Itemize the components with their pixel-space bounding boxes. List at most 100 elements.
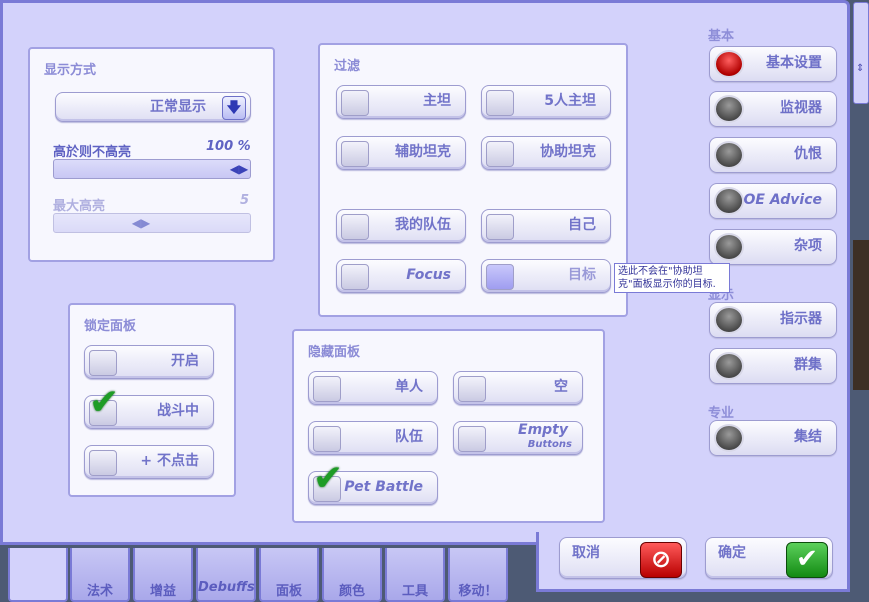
checkbox-label: Pet Battle — [344, 479, 423, 495]
tab-buffs[interactable]: 增益 — [133, 548, 193, 602]
lock-no-click[interactable]: + 不点击 — [84, 445, 214, 479]
max-highlight-value: 5 — [240, 193, 250, 208]
sidebar-item-label: 基本设置 — [766, 55, 822, 71]
checkbox[interactable] — [486, 214, 514, 240]
sidebar-item-aoe-advice[interactable]: AOE Advice — [709, 183, 837, 219]
filter-main-tank[interactable]: 主坦 — [336, 85, 466, 119]
tab-panels[interactable]: 面板 — [259, 548, 319, 602]
lock-panel-title: 锁定面板 — [84, 319, 137, 334]
side-scrollbar[interactable]: ⇕ — [853, 2, 869, 104]
sidebar-item-label: 集结 — [794, 429, 822, 445]
checkbox[interactable] — [313, 376, 341, 402]
tab-label: 颜色 — [338, 584, 365, 599]
cancel-label: 取消 — [572, 545, 600, 561]
checkbox-label: 队伍 — [395, 429, 423, 445]
radio-icon — [716, 52, 742, 76]
checkbox-label: 5人主坦 — [544, 93, 596, 109]
checkbox[interactable] — [313, 426, 341, 452]
checkbox[interactable] — [458, 376, 486, 402]
lock-in-combat[interactable]: ✔ 战斗中 — [84, 385, 214, 429]
tab-label: 面板 — [275, 584, 302, 599]
hide-empty-buttons[interactable]: Empty Buttons — [453, 421, 583, 455]
tab-spells[interactable]: 法术 — [70, 548, 130, 602]
radio-icon — [716, 308, 742, 332]
checkbox-label: 开启 — [171, 353, 199, 369]
tooltip: 选此不会在"协助坦克"面板显示你的目标. — [614, 263, 730, 293]
sidebar-item-monitor[interactable]: 监视器 — [709, 91, 837, 127]
threshold-slider[interactable]: ◀▶ — [53, 159, 251, 179]
display-panel: 显示方式 正常显示 🡇 高於则不高亮 100 % ◀▶ 最大高亮 5 ◀▶ — [28, 47, 275, 262]
tab-move[interactable]: 移动！ — [448, 548, 508, 602]
filter-panel: 过滤 主坦 5人主坦 辅助坦克 协助坦克 我的队伍 自己 Focus 目标 — [318, 43, 628, 317]
category-basic: 基本 — [708, 29, 735, 44]
threshold-value: 100 % — [206, 139, 251, 154]
display-mode-dropdown[interactable]: 正常显示 🡇 — [55, 92, 251, 122]
checkbox[interactable] — [486, 141, 514, 167]
radio-icon — [716, 426, 742, 450]
sidebar-item-label: 杂项 — [794, 238, 822, 254]
filter-my-group[interactable]: 我的队伍 — [336, 209, 466, 243]
hide-party[interactable]: 队伍 — [308, 421, 438, 455]
cancel-button[interactable]: 取消 ⊘ — [559, 537, 687, 579]
checkbox[interactable] — [341, 141, 369, 167]
sidebar-item-basic-settings[interactable]: 基本设置 — [709, 46, 837, 82]
checkbox-label: Focus — [406, 267, 451, 283]
sidebar-item-misc[interactable]: 杂项 — [709, 229, 837, 265]
radio-icon — [716, 189, 742, 213]
checkbox-sublabel: Buttons — [527, 439, 572, 450]
hide-panel-title: 隐藏面板 — [308, 345, 361, 360]
checkbox-label: 目标 — [568, 267, 596, 283]
lock-panel: 锁定面板 开启 ✔ 战斗中 + 不点击 — [68, 303, 236, 497]
tab-debuffs[interactable]: Debuffs — [196, 548, 256, 602]
checkbox[interactable] — [486, 90, 514, 116]
radio-icon — [716, 354, 742, 378]
checkbox-label: 辅助坦克 — [395, 144, 451, 160]
checkbox-label: 自己 — [568, 217, 596, 233]
chevron-down-icon[interactable]: 🡇 — [222, 96, 246, 120]
checkbox-label: 单人 — [395, 379, 423, 395]
checkbox[interactable] — [341, 264, 369, 290]
slider-thumb-icon[interactable]: ◀▶ — [228, 161, 250, 177]
checkbox-label: 空 — [554, 379, 568, 395]
slider-thumb-icon[interactable]: ◀▶ — [130, 215, 152, 231]
tab-bar: 法术 增益 Debuffs 面板 颜色 工具 移动！ — [0, 548, 540, 602]
filter-assist-tank[interactable]: 辅助坦克 — [336, 136, 466, 170]
tab-tools[interactable]: 工具 — [385, 548, 445, 602]
sidebar-item-indicators[interactable]: 指示器 — [709, 302, 837, 338]
sidebar-item-rally[interactable]: 集结 — [709, 420, 837, 456]
sidebar-item-label: 指示器 — [780, 311, 822, 327]
tab-label: 增益 — [149, 584, 176, 599]
ok-button[interactable]: 确定 ✔ — [705, 537, 833, 579]
sidebar-item-label: AOE Advice — [733, 192, 822, 208]
lock-enable[interactable]: 开启 — [84, 345, 214, 379]
hide-solo[interactable]: 单人 — [308, 371, 438, 405]
tab-label: 法术 — [86, 584, 113, 599]
sidebar-item-label: 监视器 — [780, 100, 822, 116]
filter-focus[interactable]: Focus — [336, 259, 466, 293]
sidebar-item-clusters[interactable]: 群集 — [709, 348, 837, 384]
checkbox[interactable] — [341, 90, 369, 116]
checkmark-icon: ✔ — [786, 542, 828, 578]
hide-pet-battle[interactable]: ✔ Pet Battle — [308, 461, 438, 505]
tab-general[interactable] — [8, 548, 68, 602]
filter-assist-tank-2[interactable]: 协助坦克 — [481, 136, 611, 170]
max-highlight-slider[interactable]: ◀▶ — [53, 213, 251, 233]
checkbox-label: 我的队伍 — [395, 217, 451, 233]
category-pro: 专业 — [708, 406, 735, 421]
checkbox[interactable] — [89, 450, 117, 476]
ok-label: 确定 — [718, 545, 746, 561]
tab-label: 工具 — [401, 584, 428, 599]
checkbox[interactable] — [341, 214, 369, 240]
checkbox[interactable] — [89, 350, 117, 376]
checkbox[interactable] — [486, 264, 514, 290]
filter-5man-tank[interactable]: 5人主坦 — [481, 85, 611, 119]
background-scene — [853, 240, 869, 390]
filter-target[interactable]: 目标 — [481, 259, 611, 293]
max-highlight-label: 最大高亮 — [53, 199, 106, 214]
checkbox-label: 战斗中 — [157, 403, 199, 419]
hide-empty[interactable]: 空 — [453, 371, 583, 405]
filter-self[interactable]: 自己 — [481, 209, 611, 243]
display-panel-title: 显示方式 — [44, 63, 97, 78]
tab-colors[interactable]: 颜色 — [322, 548, 382, 602]
sidebar-item-threat[interactable]: 仇恨 — [709, 137, 837, 173]
